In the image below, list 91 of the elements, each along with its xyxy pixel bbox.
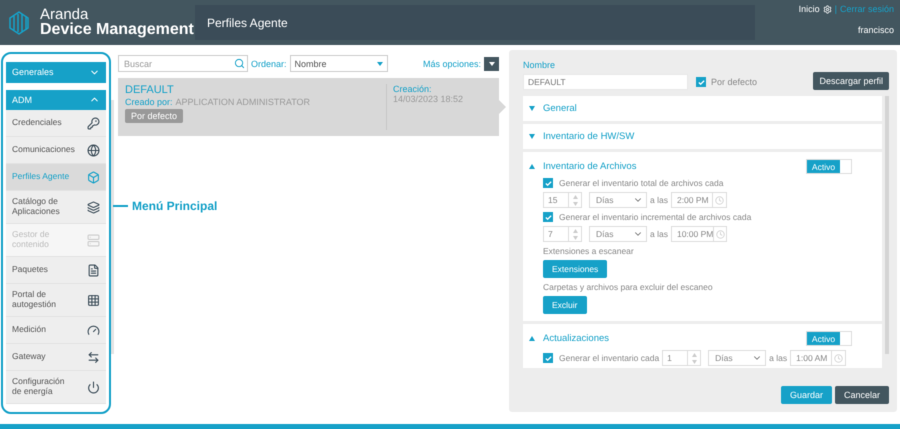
expand-icon [529,134,535,139]
checkbox-label: Por defecto [711,77,758,87]
spinner-icon[interactable] [572,194,578,206]
search-icon[interactable] [234,58,245,69]
created-date: 14/03/2023 18:52 [393,94,464,104]
collapse-icon [529,336,535,341]
logout-link[interactable]: Cerrar sesión [840,4,894,14]
server-icon [87,234,100,246]
schedule-label: Generar el inventario cada [559,353,660,363]
profile-card[interactable]: DEFAULT Creado por: APPLICATION ADMINISTRATOR Por defecto Creación: 14/03/2023 18:52 [118,78,499,136]
search-field[interactable]: Buscar [118,55,248,72]
logo-text: Device Management [40,22,194,38]
number-field[interactable]: 15 [543,192,582,208]
menu-item[interactable]: Credenciales [6,110,106,137]
action-button[interactable]: Excluir [543,296,587,314]
created-label: Creación: [393,84,433,94]
expand-icon [529,106,535,111]
clock-icon [834,354,844,362]
power-icon [87,380,100,394]
page-title: Perfiles Agente [195,5,755,40]
number-field[interactable]: 1 [662,350,702,366]
globe-icon [87,144,100,156]
menu-group-header[interactable]: Generales [6,62,106,82]
more-options-button[interactable] [484,56,499,70]
checkbox[interactable] [543,212,553,222]
time-label: a las [769,353,788,363]
name-field[interactable]: DEFAULT [523,74,688,90]
menu-group-header[interactable]: ADM [6,90,106,110]
time-label: a las [650,195,668,205]
menu-item[interactable]: Catálogo de Aplicaciones [6,191,106,224]
link-separator: | [834,4,837,14]
menu-item[interactable]: Configuración de energía [6,371,106,404]
section-header[interactable]: General [529,103,577,114]
unit-select[interactable]: Días [589,192,647,208]
logo-text: Aranda [40,7,88,22]
document-icon [87,264,100,276]
section-header[interactable]: Inventario de Archivos [529,161,636,172]
settings-icon[interactable] [822,4,832,14]
menu-item[interactable]: Medición [6,317,106,344]
unit-select[interactable]: Días [589,226,647,242]
gauge-icon [87,324,100,336]
leader-line [113,205,128,207]
menu-item[interactable]: Perfiles Agente [6,164,106,191]
grid-icon [87,294,100,306]
number-field[interactable]: 7 [543,226,582,242]
download-button[interactable]: Descargar perfil [813,72,889,90]
creator-label: Creado por: [125,97,173,107]
hint-text: Carpetas y archivos para excluir del escaneo [543,282,713,292]
key-icon [87,116,100,130]
time-field[interactable]: 1:00 AM [790,350,846,366]
time-label: a las [650,229,668,239]
checkbox[interactable] [543,353,553,363]
spinner-icon[interactable] [572,228,578,240]
clock-icon [714,196,724,204]
default-tag: Por defecto [125,109,184,123]
active-toggle[interactable]: Activo [806,331,852,346]
active-toggle[interactable]: Activo [806,159,852,174]
checkbox[interactable] [696,77,706,87]
clock-icon [716,230,725,238]
home-link[interactable]: Inicio [798,4,820,14]
callout-label: Menú Principal [132,199,218,213]
cancel-button[interactable]: Cancelar [834,386,889,404]
stack-icon [87,200,100,214]
arrows-icon [87,350,100,364]
sort-label: Ordenar: [251,58,287,68]
checkbox[interactable] [543,178,553,188]
menu-item[interactable]: Gateway [6,344,106,371]
profile-name: DEFAULT [125,84,175,96]
spinner-icon[interactable] [692,352,697,364]
save-button[interactable]: Guardar [780,386,832,404]
more-options-label: Más opciones: [422,58,481,68]
name-label: Nombre [523,60,556,70]
unit-select[interactable]: Días [708,350,766,366]
menu-item[interactable]: Comunicaciones [6,137,106,164]
action-button[interactable]: Extensiones [543,260,608,278]
menu-item[interactable]: Paquetes [6,257,106,284]
cube-icon [87,170,100,184]
user-name: francisco [858,25,894,35]
menu-item[interactable]: Portal de autogestión [6,284,106,317]
hint-text: Extensiones a escanear [543,246,634,256]
section-header[interactable]: Actualizaciones [529,333,610,344]
collapse-icon [529,164,535,169]
schedule-label: Generar el inventario total de archivos cada [559,178,724,188]
time-field[interactable]: 10:00 PM [670,226,727,242]
creator-name: APPLICATION ADMINISTRATOR [176,97,310,107]
caret-icon [488,62,494,66]
time-field[interactable]: 2:00 PM [670,192,727,208]
sort-select[interactable]: Nombre [290,55,388,72]
caret-icon [376,62,383,66]
section-header[interactable]: Inventario de HW/SW [529,131,634,142]
schedule-label: Generar el inventario incremental de archivos cada [559,212,752,222]
